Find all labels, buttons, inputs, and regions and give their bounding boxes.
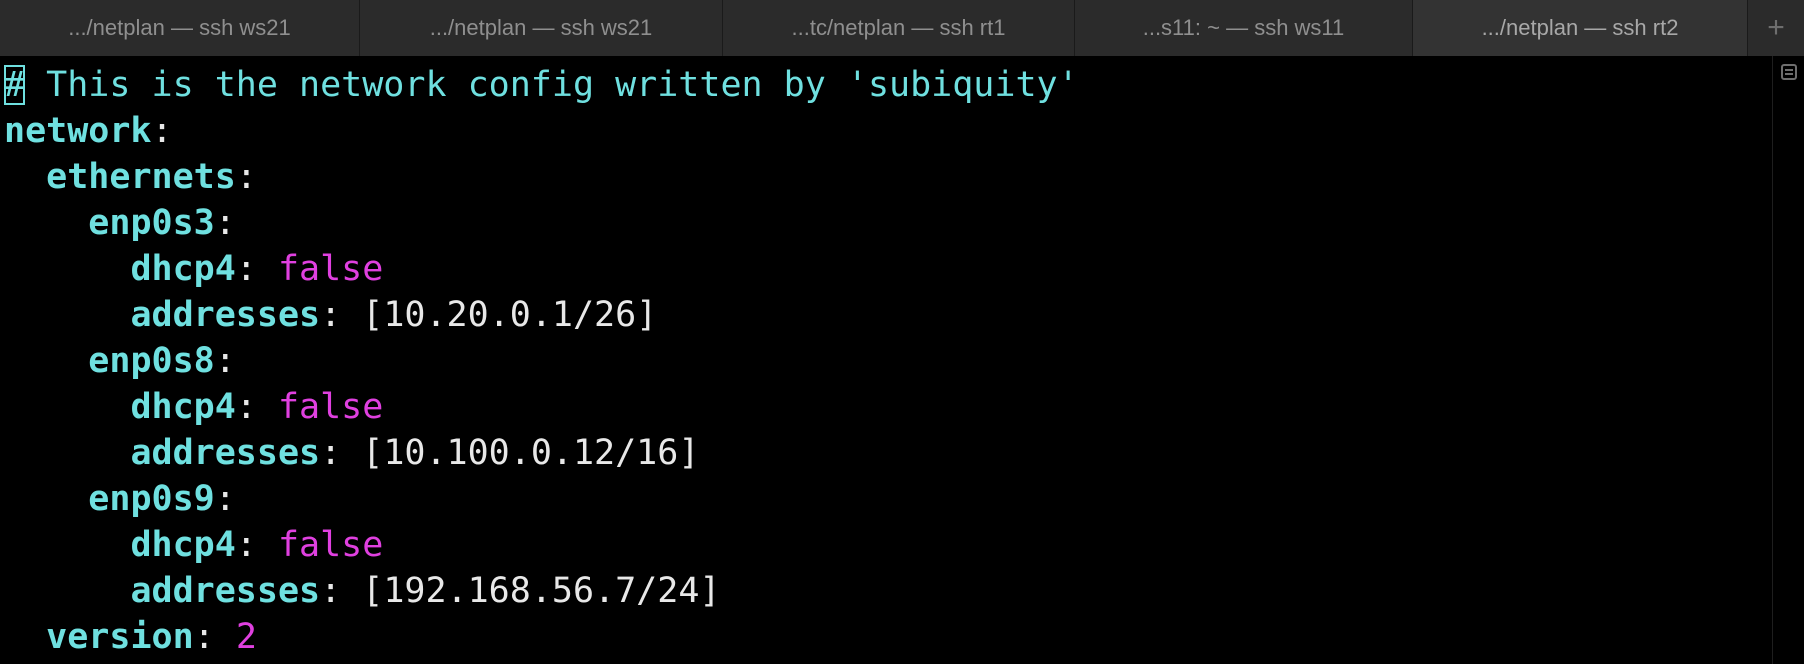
config-line-dhcp4: dhcp4: false xyxy=(130,249,384,289)
version-key: version xyxy=(46,617,194,657)
tab-netplan-rt2[interactable]: .../netplan — ssh rt2 xyxy=(1413,0,1748,56)
tab-netplan-ws21-2[interactable]: .../netplan — ssh ws21 xyxy=(360,0,723,56)
new-tab-button[interactable]: + xyxy=(1748,0,1804,56)
tab-home-ws11[interactable]: ...s11: ~ — ssh ws11 xyxy=(1075,0,1413,56)
plus-icon: + xyxy=(1767,11,1785,44)
network-key: network xyxy=(4,111,152,151)
dhcp4-key: dhcp4 xyxy=(130,387,236,427)
tab-netplan-rt1[interactable]: ...tc/netplan — ssh rt1 xyxy=(723,0,1075,56)
interface-key: enp0s9 xyxy=(88,479,215,519)
config-line-dhcp4: dhcp4: false xyxy=(130,525,384,565)
dhcp4-value: false xyxy=(277,249,384,289)
addresses-key: addresses xyxy=(130,571,321,611)
config-line-dhcp4: dhcp4: false xyxy=(130,387,384,427)
dhcp4-key: dhcp4 xyxy=(130,249,236,289)
scrollbar[interactable] xyxy=(1772,56,1804,664)
interface-key: enp0s3 xyxy=(88,203,215,243)
addresses-value: [192.168.56.7/24] xyxy=(362,571,721,611)
tab-netplan-ws21-1[interactable]: .../netplan — ssh ws21 xyxy=(0,0,360,56)
config-line-network: network: xyxy=(4,111,173,151)
addresses-value: [10.100.0.12/16] xyxy=(362,433,700,473)
tab-bar: .../netplan — ssh ws21 .../netplan — ssh… xyxy=(0,0,1804,56)
config-line-addresses: addresses: [10.100.0.12/16] xyxy=(130,433,700,473)
addresses-key: addresses xyxy=(130,295,321,335)
comment-text: This is the network config written by 's… xyxy=(25,65,1079,105)
terminal-output[interactable]: # This is the network config written by … xyxy=(0,56,1772,664)
ethernets-key: ethernets xyxy=(46,157,236,197)
config-line-enp0s3: enp0s3: xyxy=(88,203,236,243)
text-cursor: # xyxy=(4,65,26,105)
addresses-key: addresses xyxy=(130,433,321,473)
config-line-enp0s9: enp0s9: xyxy=(88,479,236,519)
config-line-version: version: 2 xyxy=(46,617,257,657)
config-line-enp0s8: enp0s8: xyxy=(88,341,236,381)
dhcp4-value: false xyxy=(277,387,384,427)
config-line-addresses: addresses: [10.20.0.1/26] xyxy=(130,295,658,335)
scroll-marks-icon[interactable] xyxy=(1781,64,1797,80)
version-value: 2 xyxy=(235,617,257,657)
addresses-value: [10.20.0.1/26] xyxy=(362,295,658,335)
interface-key: enp0s8 xyxy=(88,341,215,381)
config-line-addresses: addresses: [192.168.56.7/24] xyxy=(130,571,721,611)
config-line-comment: # This is the network config written by … xyxy=(4,62,1772,108)
terminal-window: .../netplan — ssh ws21 .../netplan — ssh… xyxy=(0,0,1804,664)
config-line-ethernets: ethernets: xyxy=(46,157,257,197)
dhcp4-value: false xyxy=(277,525,384,565)
dhcp4-key: dhcp4 xyxy=(130,525,236,565)
